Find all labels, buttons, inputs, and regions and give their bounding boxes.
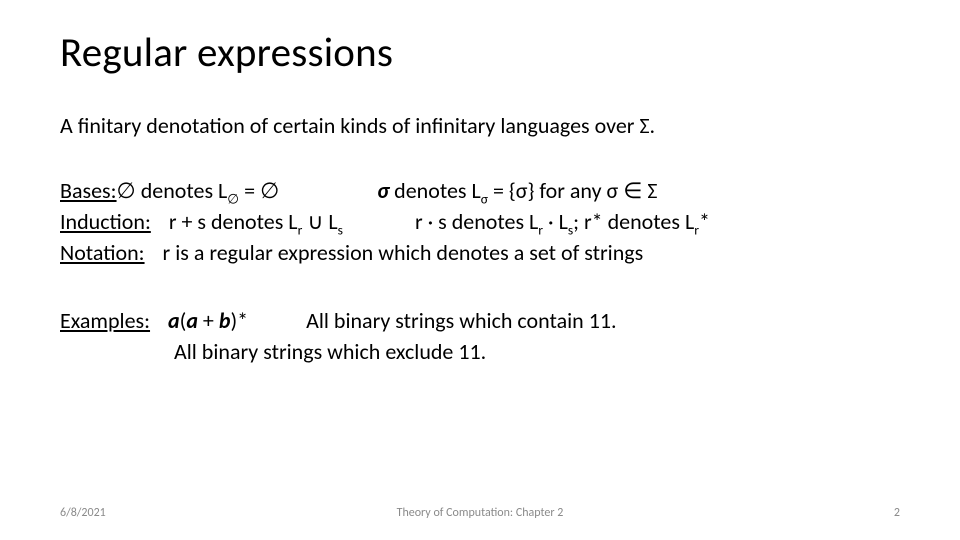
bases-row: Bases:∅ denotes L∅ = ∅ σ denotes Lσ = {σ… (60, 175, 900, 206)
ex-b: b (219, 307, 231, 334)
notation-row: Notation: r is a regular expression which… (60, 237, 900, 268)
slide-title: Regular expressions (60, 28, 900, 78)
slide: Regular expressions A finitary denotatio… (0, 0, 960, 540)
slide-footer: 6/8/2021 Theory of Computation: Chapter … (0, 506, 960, 526)
sub-empty-1: ∅ (227, 191, 239, 206)
empty-set-icon-2: ∅ (260, 178, 279, 203)
bases-left-1: denotes L (141, 177, 228, 204)
ind-t2d: * (699, 208, 710, 235)
footer-page-number: 2 (894, 506, 900, 520)
sigma-bold: σ (377, 177, 389, 204)
ex-a2: a (186, 307, 198, 334)
footer-center: Theory of Computation: Chapter 2 (0, 506, 960, 520)
definitions-block: Bases:∅ denotes L∅ = ∅ σ denotes Lσ = {σ… (60, 175, 900, 269)
union-icon: ∪ (307, 209, 323, 234)
ind-t2b: · L (543, 208, 568, 235)
examples-block: Examples:a(a + b)* All binary strings wh… (60, 305, 900, 367)
ex-line2: All binary strings which exclude 11. (174, 338, 486, 365)
examples-row-2: All binary strings which exclude 11. (60, 336, 900, 367)
ind-t1a: r + s denotes L (169, 208, 298, 235)
sub-s-1: s (338, 222, 343, 239)
sub-sigma: σ (481, 190, 488, 207)
bases-left-2: = (239, 177, 260, 204)
notation-text: r is a regular expression which denotes … (163, 239, 644, 266)
examples-row-1: Examples:a(a + b)* All binary strings wh… (60, 305, 900, 336)
element-of-icon: ∈ (623, 178, 642, 203)
bases-right-1: denotes L (389, 177, 481, 204)
ind-t1c: L (323, 208, 337, 235)
bases-right-3: Σ (642, 177, 657, 204)
bases-right-2: = {σ} for any σ (488, 177, 623, 204)
ex-line1-tail: All binary strings which contain 11. (306, 307, 616, 334)
empty-set-icon: ∅ (117, 178, 136, 203)
ex-a1: a (168, 307, 180, 334)
notation-label: Notation: (60, 239, 145, 266)
ex-plus: + (198, 307, 219, 334)
ind-t2c: ; r* denotes L (573, 208, 694, 235)
induction-row: Induction:r + s denotes Lr ∪ Ls r · s de… (60, 206, 900, 237)
induction-label: Induction: (60, 208, 151, 235)
bases-label: Bases: (60, 177, 117, 204)
slide-subtitle: A finitary denotation of certain kinds o… (60, 112, 900, 139)
ex-p2: )* (230, 307, 248, 334)
ind-t2a: r · s denotes L (415, 208, 538, 235)
examples-label: Examples: (60, 307, 150, 334)
